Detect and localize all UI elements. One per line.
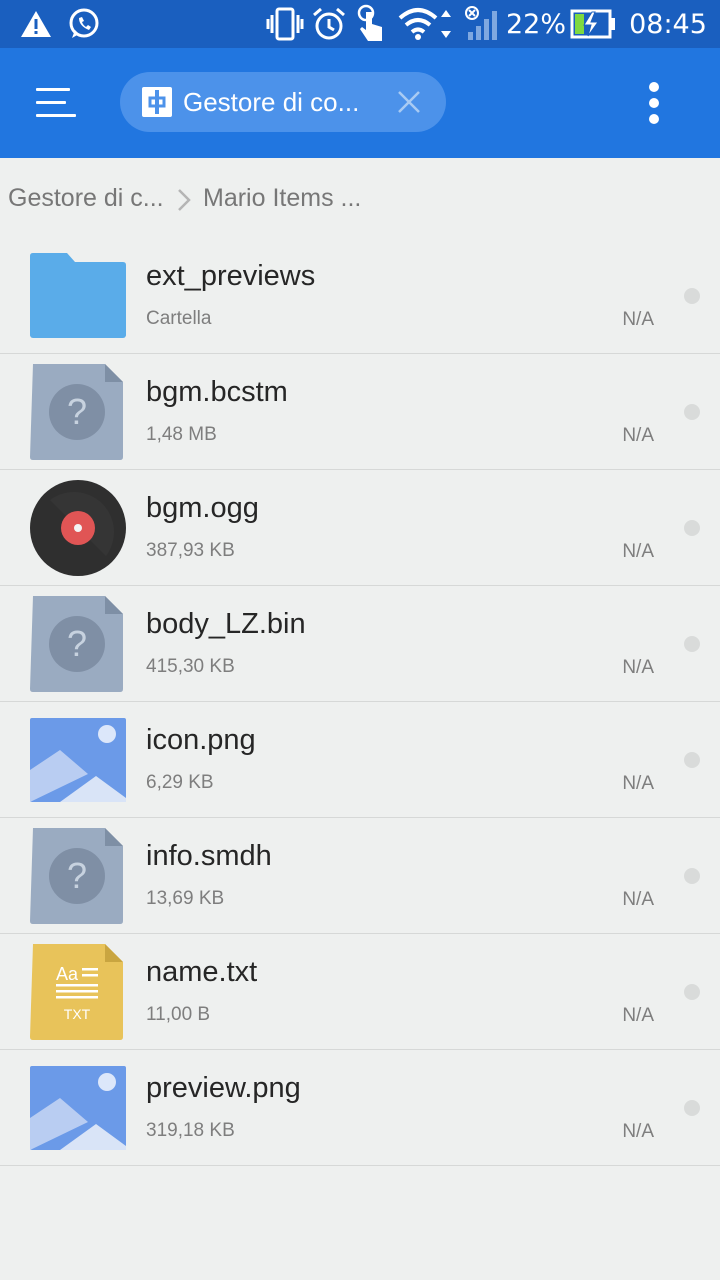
file-size: 387,93 KB <box>146 540 235 561</box>
touch-icon <box>354 0 388 48</box>
file-date: N/A <box>622 657 654 678</box>
file-date: N/A <box>622 1005 654 1026</box>
alarm-icon <box>310 0 348 48</box>
unknown-file-icon: ? <box>30 364 123 460</box>
file-name: ext_previews <box>146 260 316 292</box>
file-size: 1,48 MB <box>146 424 217 445</box>
select-checkbox[interactable] <box>684 636 700 652</box>
signal-icon <box>464 0 500 48</box>
select-checkbox[interactable] <box>684 984 700 1000</box>
file-name: bgm.ogg <box>146 492 259 524</box>
file-row[interactable]: ? bgm.bcstm 1,48 MB N/A <box>0 354 720 470</box>
close-icon <box>398 91 420 113</box>
overflow-menu-button[interactable] <box>634 76 674 130</box>
file-name: name.txt <box>146 956 258 988</box>
image-file-icon <box>30 718 126 802</box>
tab-title: Gestore di co... <box>183 87 360 117</box>
file-date: N/A <box>622 773 654 794</box>
select-checkbox[interactable] <box>684 404 700 420</box>
vibrate-icon <box>264 0 306 48</box>
breadcrumb: Gestore di c... Mario Items ... <box>0 158 720 238</box>
app-manager-icon <box>142 87 172 117</box>
clock: 08:45 <box>629 8 707 40</box>
breadcrumb-item[interactable]: Mario Items ... <box>203 184 361 213</box>
file-row[interactable]: ext_previews Cartella N/A <box>0 238 720 354</box>
unknown-file-icon: ? <box>30 596 123 692</box>
folder-icon <box>30 253 126 338</box>
file-name: preview.png <box>146 1072 301 1104</box>
svg-text:?: ? <box>67 855 87 896</box>
select-checkbox[interactable] <box>684 520 700 536</box>
file-size: Cartella <box>146 308 212 329</box>
file-row[interactable]: ? body_LZ.bin 415,30 KB N/A <box>0 586 720 702</box>
file-date: N/A <box>622 1121 654 1142</box>
image-file-icon <box>30 1066 126 1150</box>
app-bar: Gestore di co... <box>0 48 720 158</box>
warning-icon <box>18 0 54 48</box>
file-name: body_LZ.bin <box>146 608 306 640</box>
status-bar: 22% 08:45 <box>0 0 720 48</box>
file-list: ext_previews Cartella N/A ? bgm.bcstm 1,… <box>0 238 720 1166</box>
file-row[interactable]: ? info.smdh 13,69 KB N/A <box>0 818 720 934</box>
select-checkbox[interactable] <box>684 752 700 768</box>
file-date: N/A <box>622 541 654 562</box>
svg-text:?: ? <box>67 391 87 432</box>
wifi-icon <box>398 0 456 48</box>
chevron-right-icon <box>178 189 191 211</box>
menu-icon <box>36 88 70 91</box>
file-row[interactable]: preview.png 319,18 KB N/A <box>0 1050 720 1166</box>
file-name: info.smdh <box>146 840 272 872</box>
svg-text:?: ? <box>67 623 87 664</box>
txt-icon-label: TXT <box>64 1006 91 1022</box>
file-size: 415,30 KB <box>146 656 235 677</box>
battery-charging-icon <box>570 0 616 48</box>
tab-current[interactable]: Gestore di co... <box>120 72 446 132</box>
file-size: 11,00 B <box>146 1004 211 1025</box>
select-checkbox[interactable] <box>684 288 700 304</box>
select-checkbox[interactable] <box>684 868 700 884</box>
file-date: N/A <box>622 309 654 330</box>
text-file-icon: Aa TXT <box>30 944 123 1040</box>
whatsapp-icon <box>66 0 102 48</box>
file-size: 319,18 KB <box>146 1120 235 1141</box>
file-size: 6,29 KB <box>146 772 214 793</box>
breadcrumb-item[interactable]: Gestore di c... <box>8 184 164 213</box>
menu-button[interactable] <box>28 80 84 126</box>
close-tab-button[interactable] <box>392 85 426 119</box>
unknown-file-icon: ? <box>30 828 123 924</box>
file-size: 13,69 KB <box>146 888 225 909</box>
select-checkbox[interactable] <box>684 1100 700 1116</box>
file-name: icon.png <box>146 724 256 756</box>
battery-percentage: 22% <box>506 8 567 40</box>
txt-icon-label: Aa <box>56 964 79 984</box>
file-row[interactable]: bgm.ogg 387,93 KB N/A <box>0 470 720 586</box>
file-name: bgm.bcstm <box>146 376 288 408</box>
more-vert-icon <box>649 82 659 92</box>
file-date: N/A <box>622 889 654 910</box>
audio-disc-icon <box>30 480 126 576</box>
file-date: N/A <box>622 425 654 446</box>
file-row[interactable]: icon.png 6,29 KB N/A <box>0 702 720 818</box>
file-row[interactable]: Aa TXT name.txt 11,00 B N/A <box>0 934 720 1050</box>
